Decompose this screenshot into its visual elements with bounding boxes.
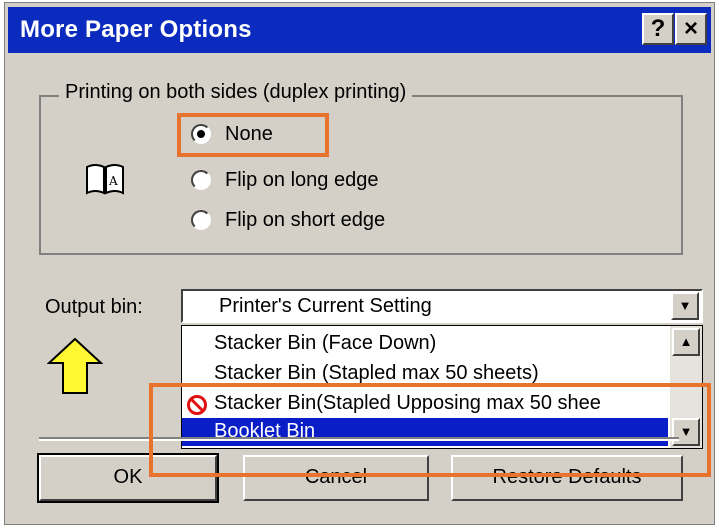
separator (39, 437, 679, 441)
svg-text:A: A (108, 174, 118, 188)
list-item-booklet-bin[interactable]: Booklet Bin (182, 418, 668, 446)
scroll-up-button[interactable]: ▲ (672, 328, 700, 356)
more-paper-options-dialog: More Paper Options ? × Printing on both … (4, 2, 715, 525)
book-icon: A (83, 161, 127, 202)
radio-none-row[interactable]: None (191, 119, 273, 149)
output-bin-select[interactable]: Printer's Current Setting ▼ (181, 289, 703, 323)
output-bin-value: Printer's Current Setting (219, 295, 432, 317)
list-item-stacker-stapled-opposing[interactable]: Stacker Bin(Stapled Upposing max 50 shee (182, 390, 668, 418)
restore-defaults-button[interactable]: Restore Defaults (451, 455, 683, 501)
radio-none-label: None (225, 122, 273, 145)
radio-flip-long-edge[interactable] (191, 170, 211, 190)
window-title: More Paper Options (20, 16, 252, 43)
ok-button[interactable]: OK (37, 453, 219, 503)
help-button[interactable]: ? (642, 13, 674, 45)
list-item-stacker-stapled[interactable]: Stacker Bin (Stapled max 50 sheets) (182, 360, 668, 388)
unavailable-icon (187, 395, 207, 415)
radio-flip-short-row[interactable]: Flip on short edge (191, 205, 385, 235)
duplex-group-label: Printing on both sides (duplex printing) (59, 81, 413, 104)
radio-flip-long-label: Flip on long edge (225, 168, 379, 191)
radio-flip-short-edge[interactable] (191, 210, 211, 230)
dropdown-scrollbar[interactable]: ▲ ▼ (670, 326, 702, 448)
close-button[interactable]: × (675, 13, 707, 45)
combo-dropdown-button[interactable]: ▼ (671, 292, 699, 320)
radio-none[interactable] (191, 124, 211, 144)
output-bin-dropdown-list: Stacker Bin (Face Down) Stacker Bin (Sta… (181, 325, 703, 449)
scroll-down-button[interactable]: ▼ (672, 418, 700, 446)
output-bin-label: Output bin: (45, 296, 143, 318)
list-item-stacker-face-down[interactable]: Stacker Bin (Face Down) (182, 330, 668, 358)
title-bar[interactable]: More Paper Options ? × (8, 7, 711, 53)
cancel-button[interactable]: Cancel (243, 455, 429, 501)
up-arrow-icon (46, 337, 104, 400)
radio-flip-long-row[interactable]: Flip on long edge (191, 165, 378, 195)
radio-flip-short-label: Flip on short edge (225, 208, 386, 231)
